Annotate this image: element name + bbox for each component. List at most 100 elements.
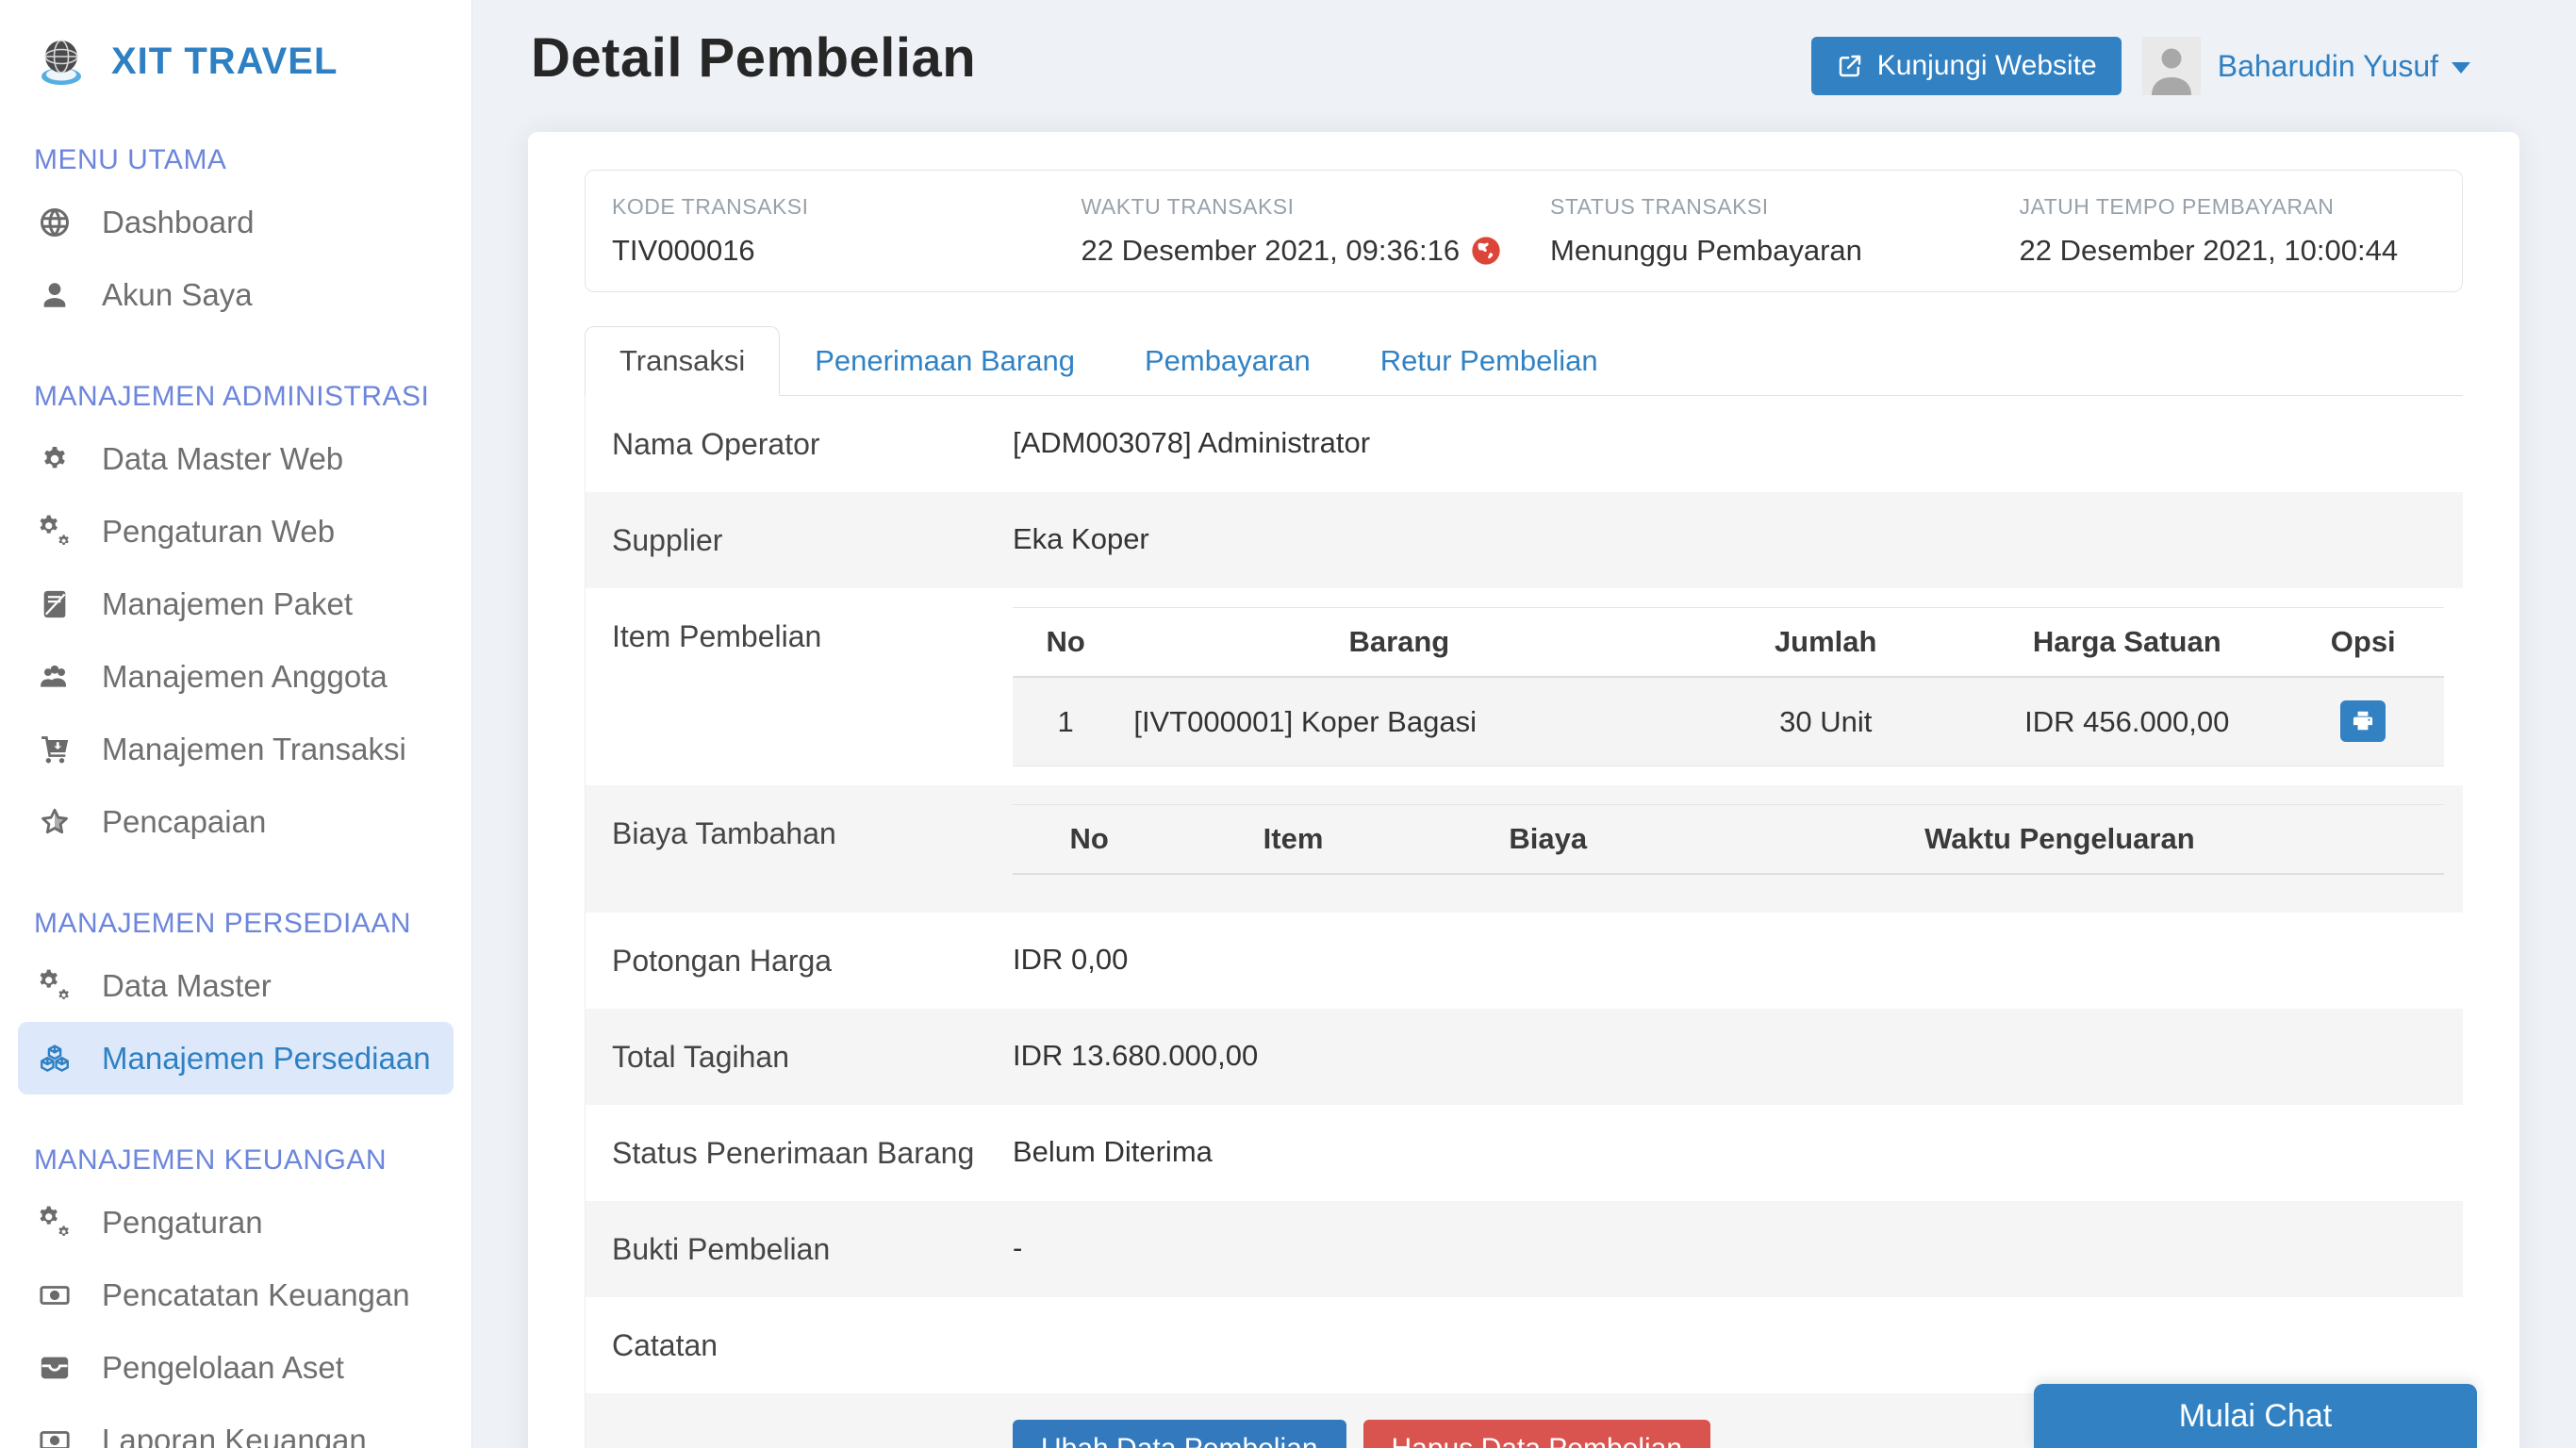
transaction-detail-table: Nama Operator [ADM003078] Administrator … bbox=[585, 396, 2463, 1448]
money-icon bbox=[34, 1424, 75, 1448]
detail-tabs: Transaksi Penerimaan Barang Pembayaran R… bbox=[585, 326, 2463, 396]
row-biaya-tambahan: Biaya Tambahan No Item Biaya Waktu Penge… bbox=[586, 785, 2463, 913]
waktu-transaksi-value: 22 Desember 2021, 09:36:16 bbox=[1082, 234, 1525, 268]
sidebar-heading: MANAJEMEN PERSEDIAAN bbox=[0, 910, 471, 938]
biaya-col-no: No bbox=[1013, 805, 1165, 875]
items-col-no: No bbox=[1013, 608, 1118, 678]
user-menu[interactable]: Baharudin Yusuf bbox=[2218, 49, 2470, 84]
sidebar-item-manajemen-paket[interactable]: Manajemen Paket bbox=[0, 568, 471, 640]
sidebar-item-label: Pengaturan bbox=[102, 1205, 263, 1241]
sidebar-item-label: Dashboard bbox=[102, 205, 254, 240]
sidebar-heading: MANAJEMEN ADMINISTRASI bbox=[0, 383, 471, 411]
tab-transaksi[interactable]: Transaksi bbox=[585, 326, 780, 396]
items-col-opsi: Opsi bbox=[2282, 608, 2444, 678]
total-tagihan-value: IDR 13.680.000,00 bbox=[1013, 1009, 2463, 1103]
jatuh-tempo-value: 22 Desember 2021, 10:00:44 bbox=[2020, 234, 2463, 268]
user-icon bbox=[34, 279, 75, 311]
sidebar-item-manajemen-persediaan[interactable]: Manajemen Persediaan bbox=[18, 1022, 454, 1094]
star-icon bbox=[34, 806, 75, 838]
visit-website-button[interactable]: Kunjungi Website bbox=[1811, 37, 2122, 95]
gears-icon bbox=[34, 969, 75, 1003]
row-bukti-pembelian: Bukti Pembelian - bbox=[586, 1201, 2463, 1297]
sidebar-item-label: Pencapaian bbox=[102, 804, 266, 840]
gear-icon bbox=[34, 443, 75, 475]
sidebar-heading: MANAJEMEN KEUANGAN bbox=[0, 1146, 471, 1175]
sidebar-item-label: Manajemen Persediaan bbox=[102, 1041, 431, 1077]
summary-status-transaksi: STATUS TRANSAKSI Menunggu Pembayaran bbox=[1524, 194, 1993, 268]
sidebar-item-pencatatan-keuangan[interactable]: Pencatatan Keuangan bbox=[0, 1259, 471, 1331]
sidebar-section-manajemen-administrasi: MANAJEMEN ADMINISTRASI Data Master Web P… bbox=[0, 383, 471, 858]
row-catatan: Catatan bbox=[586, 1297, 2463, 1393]
chevron-down-icon bbox=[2452, 62, 2470, 74]
item-harga: IDR 456.000,00 bbox=[1972, 677, 2282, 766]
avatar[interactable] bbox=[2142, 37, 2201, 95]
supplier-value: Eka Koper bbox=[1013, 492, 2463, 586]
status-transaksi-value: Menunggu Pembayaran bbox=[1550, 234, 1993, 268]
sidebar-item-dashboard[interactable]: Dashboard bbox=[0, 186, 471, 258]
biaya-col-waktu: Waktu Pengeluaran bbox=[1676, 805, 2444, 875]
sidebar-item-laporan-keuangan[interactable]: Laporan Keuangan bbox=[0, 1404, 471, 1448]
sidebar-item-label: Manajemen Anggota bbox=[102, 659, 388, 695]
items-col-jumlah: Jumlah bbox=[1679, 608, 1972, 678]
item-no: 1 bbox=[1013, 677, 1118, 766]
transaction-summary: KODE TRANSAKSI TIV000016 WAKTU TRANSAKSI… bbox=[585, 170, 2463, 292]
biaya-col-item: Item bbox=[1165, 805, 1420, 875]
row-status-penerimaan: Status Penerimaan Barang Belum Diterima bbox=[586, 1105, 2463, 1201]
sidebar-heading: MENU UTAMA bbox=[0, 146, 471, 174]
sidebar-item-label: Laporan Keuangan bbox=[102, 1423, 367, 1448]
tab-pembayaran[interactable]: Pembayaran bbox=[1110, 326, 1346, 396]
table-row: 1 [IVT000001] Koper Bagasi 30 Unit IDR 4… bbox=[1013, 677, 2444, 766]
potongan-harga-value: IDR 0,00 bbox=[1013, 913, 2463, 1007]
brand-name: XIT TRAVEL bbox=[111, 41, 338, 83]
users-icon bbox=[34, 661, 75, 693]
money-icon bbox=[34, 1279, 75, 1311]
detail-card: KODE TRANSAKSI TIV000016 WAKTU TRANSAKSI… bbox=[528, 132, 2519, 1448]
start-chat-button[interactable]: Mulai Chat bbox=[2034, 1384, 2477, 1448]
cart-icon bbox=[34, 733, 75, 765]
sidebar-section-manajemen-persediaan: MANAJEMEN PERSEDIAAN Data Master Manajem… bbox=[0, 910, 471, 1094]
sidebar-item-akun-saya[interactable]: Akun Saya bbox=[0, 258, 471, 331]
sidebar-item-data-master-web[interactable]: Data Master Web bbox=[0, 422, 471, 495]
edit-purchase-button[interactable]: Ubah Data Pembelian bbox=[1013, 1420, 1346, 1448]
row-item-pembelian: Item Pembelian No Barang Jumlah Harga Sa… bbox=[586, 588, 2463, 785]
sidebar-item-label: Pengelolaan Aset bbox=[102, 1350, 344, 1386]
catatan-value bbox=[1013, 1297, 2463, 1354]
sidebar-item-manajemen-transaksi[interactable]: Manajemen Transaksi bbox=[0, 713, 471, 785]
items-col-harga: Harga Satuan bbox=[1972, 608, 2282, 678]
sidebar-item-label: Data Master Web bbox=[102, 441, 343, 477]
sidebar-item-pengaturan-web[interactable]: Pengaturan Web bbox=[0, 495, 471, 568]
globe-icon bbox=[34, 206, 75, 239]
sidebar-item-data-master[interactable]: Data Master bbox=[0, 949, 471, 1022]
sidebar-item-label: Pengaturan Web bbox=[102, 514, 335, 550]
bukti-pembelian-value: - bbox=[1013, 1201, 2463, 1295]
item-barang: [IVT000001] Koper Bagasi bbox=[1118, 677, 1679, 766]
sidebar-item-label: Manajemen Paket bbox=[102, 586, 353, 622]
summary-jatuh-tempo: JATUH TEMPO PEMBAYARAN 22 Desember 2021,… bbox=[1993, 194, 2463, 268]
row-total-tagihan: Total Tagihan IDR 13.680.000,00 bbox=[586, 1009, 2463, 1105]
globe-red-icon bbox=[1471, 236, 1501, 266]
tab-penerimaan-barang[interactable]: Penerimaan Barang bbox=[780, 326, 1110, 396]
row-supplier: Supplier Eka Koper bbox=[586, 492, 2463, 588]
sidebar-item-pengaturan[interactable]: Pengaturan bbox=[0, 1186, 471, 1259]
row-nama-operator: Nama Operator [ADM003078] Administrator bbox=[586, 396, 2463, 492]
biaya-tambahan-table: No Item Biaya Waktu Pengeluaran bbox=[1013, 804, 2444, 894]
cubes-icon bbox=[34, 1043, 75, 1075]
sidebar-item-label: Pencatatan Keuangan bbox=[102, 1277, 410, 1313]
page-title: Detail Pembelian bbox=[531, 26, 976, 90]
biaya-empty-body bbox=[1013, 874, 2444, 894]
biaya-col-biaya: Biaya bbox=[1421, 805, 1676, 875]
print-button[interactable] bbox=[2340, 700, 2386, 742]
book-icon bbox=[34, 588, 75, 620]
sidebar-item-pengelolaan-aset[interactable]: Pengelolaan Aset bbox=[0, 1331, 471, 1404]
tab-retur-pembelian[interactable]: Retur Pembelian bbox=[1346, 326, 1633, 396]
kode-transaksi-value: TIV000016 bbox=[612, 234, 1055, 268]
sidebar-section-menu-utama: MENU UTAMA Dashboard Akun Saya bbox=[0, 146, 471, 331]
main-area: Detail Pembelian Kunjungi Website Baharu… bbox=[472, 0, 2576, 1448]
sidebar: XIT TRAVEL MENU UTAMA Dashboard Akun Say… bbox=[0, 0, 472, 1448]
sidebar-item-manajemen-anggota[interactable]: Manajemen Anggota bbox=[0, 640, 471, 713]
user-name: Baharudin Yusuf bbox=[2218, 49, 2438, 84]
brand[interactable]: XIT TRAVEL bbox=[0, 28, 471, 94]
summary-kode-transaksi: KODE TRANSAKSI TIV000016 bbox=[586, 194, 1055, 268]
delete-purchase-button[interactable]: Hapus Data Pembelian bbox=[1363, 1420, 1711, 1448]
sidebar-item-pencapaian[interactable]: Pencapaian bbox=[0, 785, 471, 858]
